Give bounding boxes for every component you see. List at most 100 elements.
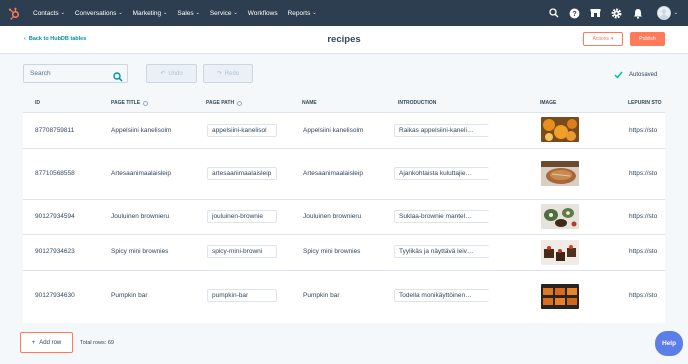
cell-introduction[interactable]: Raikas appelsiini-kaneli… [394,124,489,137]
cell-page-title[interactable]: Appelsiini kanelisolm [111,127,183,134]
column-header-page-path[interactable]: PAGE PATH [206,93,243,113]
caret-down-icon: ▾ [610,36,614,42]
cell-image[interactable] [541,161,579,186]
search-icon[interactable] [548,7,560,19]
nav-item-label: Conversations [74,9,117,17]
settings-icon[interactable] [611,7,623,19]
cell-name[interactable]: Pumpkin bar [303,292,374,299]
column-header-lepurin-store[interactable]: LEPURIN STO [628,93,662,113]
table-row[interactable]: 87710568558 Artesaanimaalaisleip artesaa… [23,149,665,200]
cell-url[interactable]: https://sto [629,248,665,255]
cell-introduction[interactable]: Todella monikäyttöinen… [394,289,489,302]
add-row-button[interactable]: + Add row [20,332,73,353]
cell-image[interactable] [541,204,579,229]
cell-name[interactable]: Appelsiini kanelisolm [303,127,374,134]
nav-item-workflows[interactable]: Workflows [243,0,283,26]
table-header: ID PAGE TITLE PAGE PATH NAME INTRODUCTIO… [23,93,665,113]
table-row[interactable]: 90127934630 Pumpkin bar pumpkin-bar Pump… [23,271,665,323]
add-row-label: Add row [39,339,62,346]
cell-page-title[interactable]: Spicy mini brownies [111,248,183,255]
cell-url[interactable]: https://sto [629,170,665,177]
cell-introduction[interactable]: Ajankohtaista kuluttajie… [394,167,489,180]
hubdb-table: ID PAGE TITLE PAGE PATH NAME INTRODUCTIO… [23,93,665,323]
actions-label: Actions [592,36,609,42]
search-input[interactable] [24,65,112,82]
search-box [23,64,128,83]
cell-page-title[interactable]: Artesaanimaalaisleip [111,170,183,177]
nav-item-service[interactable]: Service ⌄ [205,0,243,26]
column-header-introduction[interactable]: INTRODUCTION [398,93,436,113]
autosave-status: Autosaved [614,71,657,79]
chevron-down-icon: ⌄ [312,10,317,16]
undo-button[interactable]: ↶ Undo [146,64,197,83]
cell-name[interactable]: Jouluinen brownieru [303,213,374,220]
plus-icon: + [31,339,36,346]
notifications-icon[interactable] [632,7,644,19]
nav-item-contacts[interactable]: Contacts ⌄ [28,0,70,26]
column-header-page-title[interactable]: PAGE TITLE [111,93,149,113]
nav-item-reports[interactable]: Reports ⌄ [283,0,322,26]
nav-item-marketing[interactable]: Marketing ⌄ [128,0,173,26]
avatar [656,6,671,20]
cell-name[interactable]: Spicy mini brownies [303,248,374,255]
chevron-down-icon: ⌄ [233,10,238,16]
column-header-label: IMAGE [540,100,557,106]
column-header-name[interactable]: NAME [302,93,317,113]
nav-utilities: ? ⌄ [548,0,678,26]
column-header-label: NAME [302,100,317,106]
actions-button[interactable]: Actions ▾ [583,32,623,46]
column-header-id[interactable]: ID [35,93,40,113]
marketplace-icon[interactable] [590,7,602,19]
column-header-label: PAGE PATH [206,100,235,106]
column-header-label: ID [35,100,40,106]
cell-page-path[interactable]: jouluinen-brownie [207,210,277,223]
cell-page-path[interactable]: artesaanimaalaisleip [207,167,277,180]
column-header-label: INTRODUCTION [398,100,437,106]
redo-button[interactable]: ↷ Redo [203,64,253,83]
chevron-down-icon: ⌄ [195,10,200,16]
cell-url[interactable]: https://sto [629,127,665,134]
column-header-label: PAGE TITLE [111,100,141,106]
nav-item-sales[interactable]: Sales ⌄ [172,0,204,26]
redo-icon: ↷ [216,71,222,77]
redo-label: Redo [224,70,240,77]
cell-id[interactable]: 87710568558 [35,170,75,177]
table-row[interactable]: 90127934623 Spicy mini brownies spicy-mi… [23,235,665,271]
column-header-image[interactable]: IMAGE [540,93,556,113]
column-header-label: LEPURIN STO [628,100,662,106]
cell-introduction[interactable]: Tyylikäs ja näyttävä leiv… [394,245,489,258]
cell-page-path[interactable]: spicy-mini-browni [207,245,277,258]
page-header: ‹ Back to HubDB tables recipes Actions ▾… [0,26,688,54]
help-icon[interactable]: ? [569,7,581,19]
total-rows-count: Total rows: 69 [80,340,114,346]
help-button[interactable]: Help [655,331,683,356]
cell-name[interactable]: Artesaanimaalaisleip [303,170,374,177]
cell-page-title[interactable]: Pumpkin bar [111,292,183,299]
cell-id[interactable]: 90127934623 [35,248,75,255]
cell-image[interactable] [541,284,579,309]
cell-page-path[interactable]: pumpkin-bar [207,289,277,302]
account-menu[interactable]: ⌄ [656,6,678,20]
info-icon [143,100,149,106]
cell-image[interactable] [541,117,579,142]
nav-item-conversations[interactable]: Conversations ⌄ [70,0,128,26]
table-row[interactable]: 87708759811 Appelsiini kanelisolm appels… [23,113,665,149]
undo-icon: ↶ [160,71,166,77]
cell-id[interactable]: 87708759811 [35,127,74,134]
chevron-down-icon: ⌄ [118,10,123,16]
cell-id[interactable]: 90127934594 [35,213,75,220]
publish-button[interactable]: Publish [630,32,665,46]
svg-text:?: ? [573,10,577,18]
cell-image[interactable] [541,240,579,265]
cell-page-path[interactable]: appelsiini-kanelisol [207,124,277,137]
nav-item-label: Marketing [132,9,162,17]
cell-id[interactable]: 90127934630 [35,292,75,299]
hubspot-logo-icon[interactable] [0,0,28,26]
cell-introduction[interactable]: Suklaa-brownie mantel… [394,210,489,223]
cell-url[interactable]: https://sto [629,292,665,299]
table-row[interactable]: 90127934594 Jouluinen brownieru jouluine… [23,200,665,235]
chevron-down-icon: ⌄ [673,10,678,16]
cell-page-title[interactable]: Jouluinen brownieru [111,213,183,220]
search-icon[interactable] [113,69,123,87]
cell-url[interactable]: https://sto [629,213,665,220]
